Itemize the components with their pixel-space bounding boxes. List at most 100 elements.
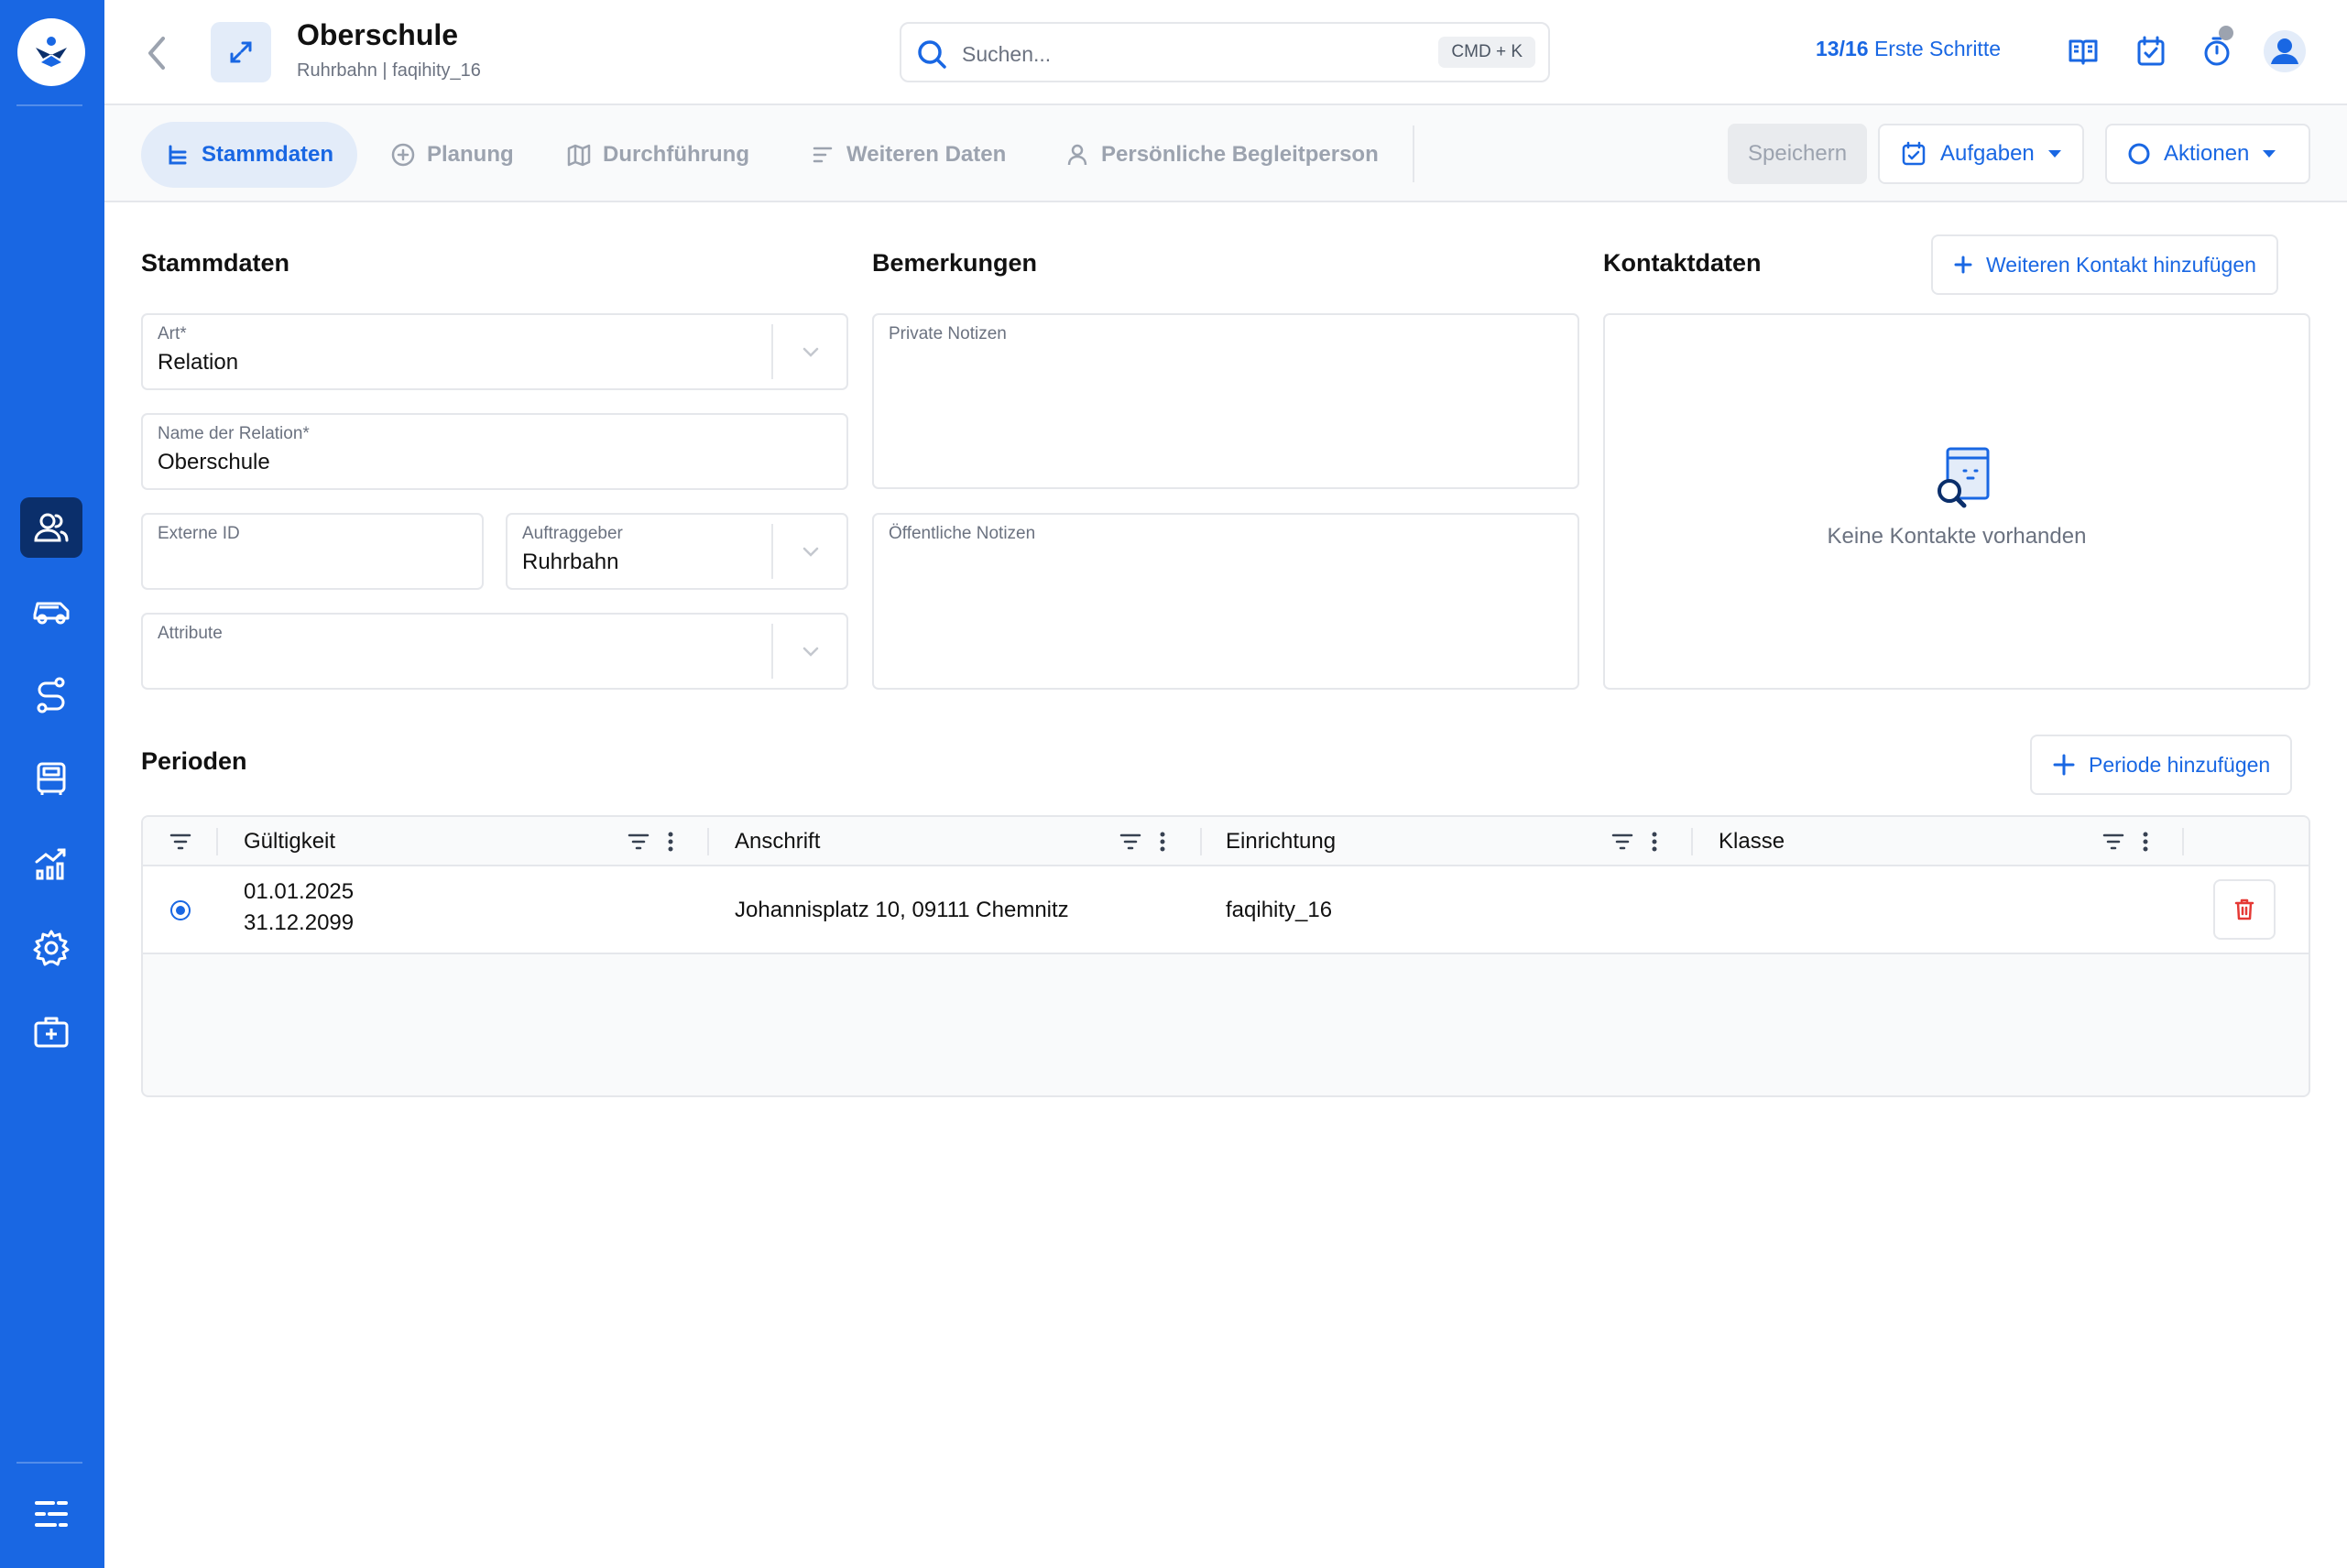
tab-stammdaten[interactable]: Stammdaten <box>141 122 358 188</box>
column-filter-icon[interactable] <box>2101 831 2125 853</box>
document-search-icon <box>1938 447 1990 508</box>
client-label: Auftraggeber <box>522 524 623 543</box>
external-id-label: Externe ID <box>158 524 240 543</box>
periods-table: Gültigkeit Anschrift Einrichtung Klasse … <box>141 815 2310 1097</box>
delete-row-button[interactable] <box>2213 879 2276 940</box>
column-tools <box>1610 817 1658 866</box>
chevron-down-icon <box>802 547 819 557</box>
column-filter-icon[interactable] <box>1119 831 1142 853</box>
table-filter-icon[interactable] <box>169 831 192 853</box>
column-divider <box>216 828 218 855</box>
expand-button[interactable] <box>211 22 271 82</box>
search-placeholder: Suchen... <box>962 42 1052 66</box>
save-button[interactable]: Speichern <box>1728 124 1868 184</box>
column-tools <box>1119 817 1166 866</box>
calendar-check-icon <box>1902 141 1926 166</box>
actions-label: Aktionen <box>2164 141 2250 166</box>
back-chevron-icon[interactable] <box>141 33 174 73</box>
column-divider <box>2182 828 2184 855</box>
medical-case-icon <box>34 1017 69 1048</box>
column-header-facility[interactable]: Einrichtung <box>1226 817 1336 866</box>
private-notes-textarea[interactable]: Private Notizen <box>872 313 1579 489</box>
cell-address: Johannisplatz 10, 09111 Chemnitz <box>735 898 1069 922</box>
public-notes-label: Öffentliche Notizen <box>889 524 1036 543</box>
app-logo[interactable] <box>17 18 85 86</box>
user-avatar-icon <box>2264 30 2306 72</box>
tasks-dropdown-button[interactable]: Aufgaben <box>1878 124 2084 184</box>
column-menu-icon[interactable] <box>1159 831 1166 853</box>
column-menu-icon[interactable] <box>1651 831 1658 853</box>
steps-count: 13/16 <box>1816 37 1869 60</box>
chevron-down-icon <box>802 647 819 657</box>
tab-begleitperson[interactable]: Persönliche Begleitperson <box>1064 122 1379 188</box>
search-input[interactable]: Suchen... CMD + K <box>900 22 1550 82</box>
route-icon <box>37 677 65 713</box>
user-avatar-button[interactable] <box>2261 27 2309 75</box>
column-header-address[interactable]: Anschrift <box>735 817 820 866</box>
private-notes-label: Private Notizen <box>889 324 1007 343</box>
tab-weiteren-daten[interactable]: Weiteren Daten <box>810 122 1006 188</box>
sidebar-menu-toggle[interactable] <box>20 1484 82 1544</box>
relation-name-field[interactable]: Name der Relation* Oberschule <box>141 413 848 490</box>
art-select[interactable]: Art* Relation <box>141 313 848 390</box>
art-label: Art* <box>158 324 187 343</box>
column-tools <box>627 817 674 866</box>
empty-state-text: Keine Kontakte vorhanden <box>1827 524 2087 549</box>
sidebar-item-settings[interactable] <box>20 918 82 978</box>
timer-button[interactable] <box>2197 26 2237 71</box>
external-id-field[interactable]: Externe ID <box>141 513 484 590</box>
circle-icon <box>2128 143 2150 165</box>
tab-label: Persönliche Begleitperson <box>1101 142 1379 167</box>
circle-plus-icon <box>391 143 415 167</box>
column-filter-icon[interactable] <box>627 831 650 853</box>
column-menu-icon[interactable] <box>2142 831 2149 853</box>
table-row[interactable]: 01.01.2025 31.12.2099 Johannisplatz 10, … <box>143 866 2309 954</box>
book-icon <box>2069 39 2098 65</box>
attribute-select[interactable]: Attribute <box>141 613 848 690</box>
person-icon <box>1067 144 1087 166</box>
list-tree-icon <box>169 145 187 165</box>
onboarding-steps-link[interactable]: 13/16 Erste Schritte <box>1816 37 2001 61</box>
column-header-validity[interactable]: Gültigkeit <box>244 817 335 866</box>
add-contact-label: Weiteren Kontakt hinzufügen <box>1986 252 2256 277</box>
contacts-empty-state: Keine Kontakte vorhanden <box>1603 313 2310 690</box>
sidebar-item-analytics[interactable] <box>20 833 82 894</box>
select-divider <box>771 524 773 579</box>
sidebar <box>0 0 104 1568</box>
row-select-radio[interactable] <box>170 900 191 920</box>
column-tools <box>2101 817 2149 866</box>
select-divider <box>771 624 773 679</box>
sidebar-item-users[interactable] <box>20 497 82 558</box>
client-select[interactable]: Auftraggeber Ruhrbahn <box>506 513 848 590</box>
logo-icon <box>36 37 67 67</box>
section-title-kontaktdaten: Kontaktdaten <box>1603 249 1762 277</box>
trash-icon <box>2234 898 2254 920</box>
column-filter-icon[interactable] <box>1610 831 1634 853</box>
menu-icon <box>35 1501 68 1527</box>
notification-dot <box>2219 26 2233 40</box>
steps-label: Erste Schritte <box>1873 37 2001 60</box>
sidebar-item-bus[interactable] <box>20 749 82 810</box>
column-menu-icon[interactable] <box>667 831 674 853</box>
tab-bar: Stammdaten Planung Durchführung Weiteren… <box>104 105 2347 202</box>
caret-down-icon <box>2047 150 2061 158</box>
bus-icon <box>37 762 66 795</box>
sidebar-item-vehicles[interactable] <box>20 581 82 641</box>
plus-icon <box>2053 754 2075 776</box>
calendar-check-icon <box>2137 36 2165 66</box>
sidebar-item-medical[interactable] <box>20 1002 82 1062</box>
tab-planung[interactable]: Planung <box>390 122 514 188</box>
tasks-calendar-button[interactable] <box>2131 31 2171 71</box>
page-title: Oberschule <box>297 18 459 51</box>
actions-dropdown-button[interactable]: Aktionen <box>2105 124 2310 184</box>
column-header-class[interactable]: Klasse <box>1719 817 1785 866</box>
docs-button[interactable] <box>2063 31 2103 71</box>
relation-name-value: Oberschule <box>158 450 270 474</box>
add-contact-button[interactable]: Weiteren Kontakt hinzufügen <box>1931 234 2278 295</box>
tab-label: Durchführung <box>603 142 749 167</box>
add-period-button[interactable]: Periode hinzufügen <box>2030 735 2293 795</box>
tab-durchfuehrung[interactable]: Durchführung <box>566 122 749 188</box>
sidebar-item-routes[interactable] <box>20 665 82 725</box>
public-notes-textarea[interactable]: Öffentliche Notizen <box>872 513 1579 690</box>
analytics-icon <box>35 848 66 880</box>
